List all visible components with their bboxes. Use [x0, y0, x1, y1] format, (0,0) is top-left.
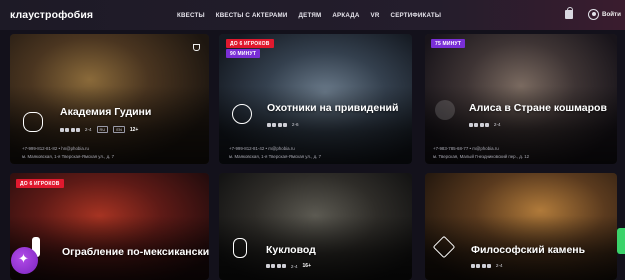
- login-button[interactable]: Войти: [588, 9, 621, 20]
- side-feedback-tab[interactable]: [617, 228, 625, 254]
- nav-arcade[interactable]: АРКАДА: [332, 12, 359, 19]
- support-chat-button[interactable]: [11, 247, 38, 274]
- puppet-icon: [233, 238, 247, 258]
- login-label: Войти: [602, 11, 621, 18]
- site-logo[interactable]: клаустрофобия: [10, 9, 93, 21]
- difficulty-icon: [469, 122, 489, 127]
- players-count: 2-6: [291, 122, 299, 127]
- players-limit-badge: ДО 6 ИГРОКОВ: [226, 39, 274, 48]
- top-navigation-bar: клаустрофобия КВЕСТЫ КВЕСТЫ С АКТЕРАМИ Д…: [0, 0, 625, 30]
- difficulty-icon: [267, 122, 287, 127]
- handcuffs-icon: [23, 112, 43, 132]
- age-rating: 16+: [302, 263, 312, 269]
- quest-phone[interactable]: +7-983-785-68-77 • m@phobia.ru: [433, 146, 499, 151]
- user-circle-icon: [588, 9, 599, 20]
- nav-certificates[interactable]: СЕРТИФИКАТЫ: [391, 12, 442, 19]
- difficulty-icon: [266, 264, 286, 268]
- difficulty-icon: [471, 263, 491, 268]
- quest-address: м. Маяковская, 1-я Тверская-Ямская ул., …: [229, 154, 322, 159]
- quest-meta: 2-4: [469, 122, 501, 127]
- duration-badge: 75 МИНУТ: [431, 39, 466, 48]
- players-limit-badge: ДО 6 ИГРОКОВ: [16, 179, 64, 188]
- quest-phone[interactable]: +7-999-812-81-82 • hn@phobia.ru: [22, 146, 89, 151]
- quest-card-ghostbusters[interactable]: ДО 6 ИГРОКОВ 90 МИНУТ Охотники на привид…: [219, 34, 412, 164]
- main-nav: КВЕСТЫ КВЕСТЫ С АКТЕРАМИ ДЕТЯМ АРКАДА VR…: [177, 12, 452, 19]
- difficulty-icon: [60, 127, 80, 132]
- ghost-icon: [232, 104, 252, 124]
- quest-card-puppeteer[interactable]: Кукловод 2-4 16+: [219, 173, 412, 280]
- duration-badge: 90 МИНУТ: [226, 49, 261, 58]
- quest-title: Ограбление по-мексикански: [62, 246, 209, 258]
- quest-meta: 2-4 RU EN 12+: [60, 126, 138, 133]
- quest-title: Философский камень: [471, 244, 586, 256]
- quest-meta: 2-4 16+: [266, 263, 311, 269]
- quest-title: Кукловод: [266, 244, 316, 256]
- quest-meta: 2-4: [471, 263, 503, 268]
- quest-grid: Академия Гудини 2-4 RU EN 12+ +7-999-812…: [0, 30, 625, 280]
- players-count: 2-4: [290, 263, 298, 269]
- nav-vr[interactable]: VR: [371, 12, 380, 19]
- quest-phone[interactable]: +7-999-812-81-42 • m@phobia.ru: [229, 146, 295, 151]
- nav-quests[interactable]: КВЕСТЫ: [177, 12, 205, 19]
- players-count: 2-4: [493, 122, 501, 127]
- rabbit-icon: [435, 100, 455, 120]
- trophy-icon: [193, 44, 200, 51]
- nav-kids[interactable]: ДЕТЯМ: [299, 12, 322, 19]
- language-chip: EN: [113, 126, 125, 133]
- players-count: 2-4: [495, 263, 503, 268]
- language-chip: RU: [96, 126, 109, 133]
- quest-card-mexican-robbery[interactable]: ДО 6 ИГРОКОВ Ограбление по-мексикански: [10, 173, 209, 280]
- quest-meta: 2-6: [267, 122, 299, 127]
- bag-icon[interactable]: [565, 7, 573, 19]
- quest-address: м. Тверская, Малый Гнездниковский пер., …: [433, 154, 530, 159]
- quest-address: м. Маяковская, 1-я Тверская-Ямская ул., …: [22, 154, 115, 159]
- quest-title: Академия Гудини: [60, 106, 152, 118]
- quest-card-alice[interactable]: 75 МИНУТ Алиса в Стране кошмаров 2-4 +7-…: [425, 34, 617, 164]
- quest-title: Охотники на привидений: [267, 102, 399, 114]
- players-count: 2-4: [84, 127, 92, 132]
- quest-title: Алиса в Стране кошмаров: [469, 102, 607, 114]
- age-rating: 12+: [129, 126, 139, 133]
- quest-card-houdini[interactable]: Академия Гудини 2-4 RU EN 12+ +7-999-812…: [10, 34, 209, 164]
- quest-card-philosophers-stone[interactable]: Философский камень 2-4: [425, 173, 617, 280]
- nav-quests-with-actors[interactable]: КВЕСТЫ С АКТЕРАМИ: [216, 12, 288, 19]
